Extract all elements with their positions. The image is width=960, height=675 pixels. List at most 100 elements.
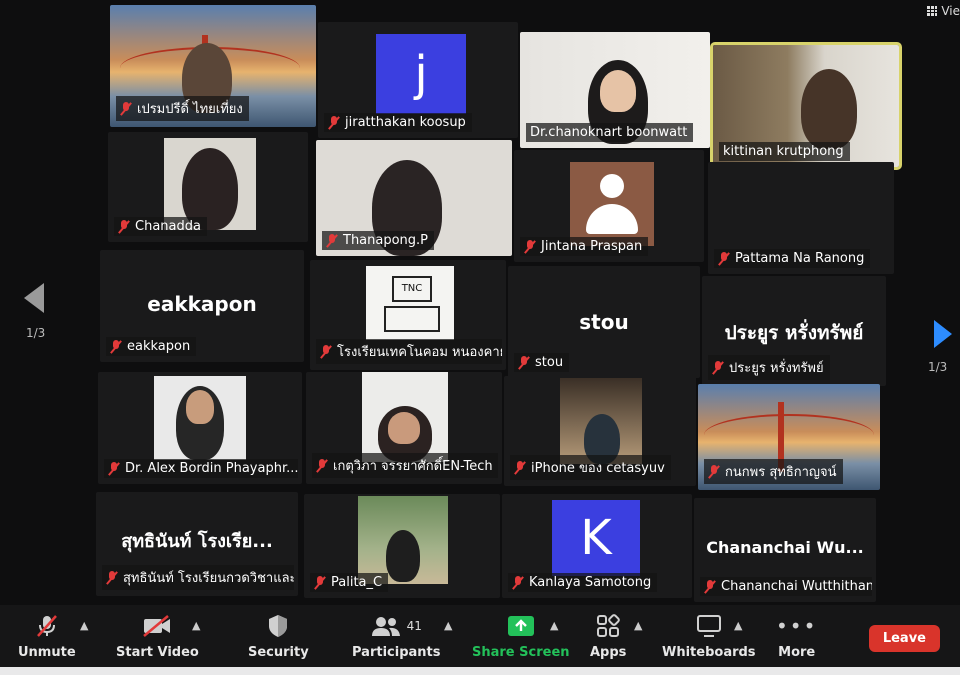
whiteboards-options-chevron-icon[interactable]: ▲ [734,619,742,632]
next-page-arrow-icon[interactable] [934,320,952,348]
more-dots-icon: ••• [776,614,818,638]
mic-muted-icon [512,576,524,589]
mic-muted-icon [712,361,724,374]
participant-display-name: Chananchai Wu... [706,538,864,557]
participant-tile[interactable]: ประยูร หรั่งทรัพย์ ประยูร หรั่งทรัพย์ [702,276,886,386]
participant-tile[interactable]: Jintana Praspan [514,150,704,262]
participant-tile[interactable]: เกตุวิภา จรรยาศักดิ์EN-Tech [306,372,502,484]
video-feed [362,372,448,462]
participant-tile[interactable]: K Kanlaya Samotong [502,494,692,598]
apps-options-chevron-icon[interactable]: ▲ [634,619,642,632]
participant-tile[interactable]: iPhone ของ cetasyuv [504,376,696,486]
mic-muted-icon [120,102,132,115]
participant-name-tag: Dr. Alex Bordin Phayaphr... [104,459,298,478]
audio-options-chevron-icon[interactable]: ▲ [80,619,88,632]
mic-muted-icon [110,340,122,353]
participant-tile[interactable]: eakkapon eakkapon [100,250,304,362]
start-video-button[interactable]: Start Video [116,613,199,660]
participant-tile[interactable]: Thanapong.P [316,140,512,256]
participants-count: 41 [406,619,422,633]
participant-tile[interactable]: เปรมปรีดิ์ ไทยเที่ยง [110,5,316,127]
video-camera-off-icon [141,613,173,639]
view-label: Vie [941,4,960,18]
page-indicator-left: 1/3 [26,326,46,340]
participant-tile[interactable]: TNC โรงเรียนเทคโนคอม หนองคาย [310,260,506,370]
mic-muted-icon [118,220,130,233]
mic-muted-icon [514,461,526,474]
participant-display-name: stou [579,310,629,334]
more-button[interactable]: ••• More [776,613,817,660]
video-feed [154,376,246,460]
video-feed [560,378,642,464]
avatar: K [552,500,640,576]
participant-name-tag: Pattama Na Ranong [714,249,871,268]
participants-button[interactable]: 41 Participants [352,613,440,660]
participant-name-tag: Thanapong.P [322,231,435,250]
apps-button[interactable]: Apps [590,613,626,660]
participant-display-name: eakkapon [147,292,257,316]
participant-tile[interactable]: Palita_C [304,494,500,598]
participant-name-tag: Dr.chanoknart boonwatt [526,123,694,142]
participant-tile-active-speaker[interactable]: kittinan krutphong [710,42,902,170]
school-logo: TNC [366,266,454,340]
avatar: j [376,34,466,114]
shield-icon [266,613,290,639]
participant-tile[interactable]: Chanadda [108,132,308,242]
participant-name-tag: ประยูร หรั่งทรัพย์ [708,355,830,380]
participant-tile[interactable]: j jiratthakan koosup [318,22,518,138]
participant-tile[interactable]: สุทธินันท์ โรงเรีย... สุทธินันท์ โรงเรีย… [96,492,298,596]
mic-muted-icon [316,459,328,472]
participant-display-name: ประยูร หรั่งทรัพย์ [724,322,864,344]
video-feed [358,496,448,584]
mic-muted-icon [328,116,340,129]
participant-name-tag: Chananchai Wutthithany... [700,577,872,596]
mic-muted-icon [108,462,120,475]
meeting-toolbar: Unmute ▲ Start Video ▲ Security 41 Parti… [0,605,960,675]
participant-tile[interactable]: Chananchai Wu... Chananchai Wutthithany.… [694,498,876,602]
participant-name-tag: iPhone ของ cetasyuv [510,455,671,480]
view-button[interactable]: Vie [927,4,960,18]
unmute-button[interactable]: Unmute [18,613,76,660]
grid-view-icon [927,6,938,16]
mic-muted-icon [718,252,730,265]
page-indicator-right: 1/3 [928,360,948,374]
leave-button[interactable]: Leave [868,625,940,652]
previous-page-arrow-icon[interactable] [24,283,44,313]
participant-name-tag: เปรมปรีดิ์ ไทยเที่ยง [116,96,249,121]
mic-muted-icon [326,234,338,247]
mic-muted-icon [524,240,536,253]
video-options-chevron-icon[interactable]: ▲ [192,619,200,632]
screen-bezel-edge [0,667,960,675]
mic-muted-icon [106,571,118,584]
participant-name-tag: เกตุวิภา จรรยาศักดิ์EN-Tech [312,453,498,478]
participant-name-tag: kittinan krutphong [719,142,850,161]
participant-name-tag: Chanadda [114,217,207,236]
participant-name-tag: สุทธินันท์ โรงเรียนกวดวิชาและ... [102,565,294,590]
share-options-chevron-icon[interactable]: ▲ [550,619,558,632]
participants-options-chevron-icon[interactable]: ▲ [444,619,452,632]
participant-name-tag: stou [514,353,570,372]
security-button[interactable]: Security [248,613,309,660]
participant-tile[interactable]: กนกพร สุทธิกาญจน์ [698,384,880,490]
participant-tile[interactable]: Dr.chanoknart boonwatt [520,32,710,148]
microphone-muted-icon [34,613,60,639]
participant-name-tag: โรงเรียนเทคโนคอม หนองคาย [316,339,502,364]
participant-name-tag: Jintana Praspan [520,237,649,256]
participant-name-tag: Palita_C [310,573,389,592]
participant-tile[interactable]: Pattama Na Ranong [708,162,894,274]
whiteboard-icon [696,613,722,639]
participants-icon: 41 [371,613,422,639]
mic-muted-icon [314,576,326,589]
participant-name-tag: jiratthakan koosup [324,113,472,132]
participant-tile[interactable]: Dr. Alex Bordin Phayaphr... [98,372,302,484]
participant-name-tag: กนกพร สุทธิกาญจน์ [704,459,843,484]
participant-name-tag: eakkapon [106,337,197,356]
default-avatar-icon [570,162,654,246]
mic-muted-icon [704,580,716,593]
video-gallery: Vie 1/3 1/3 เปรมปรีดิ์ ไทยเที่ยง j jirat… [0,0,960,605]
participant-display-name: สุทธินันท์ โรงเรีย... [121,531,273,552]
participant-tile[interactable]: stou stou [508,266,700,378]
mic-muted-icon [320,345,332,358]
mic-muted-icon [518,356,530,369]
share-screen-icon [507,613,535,639]
